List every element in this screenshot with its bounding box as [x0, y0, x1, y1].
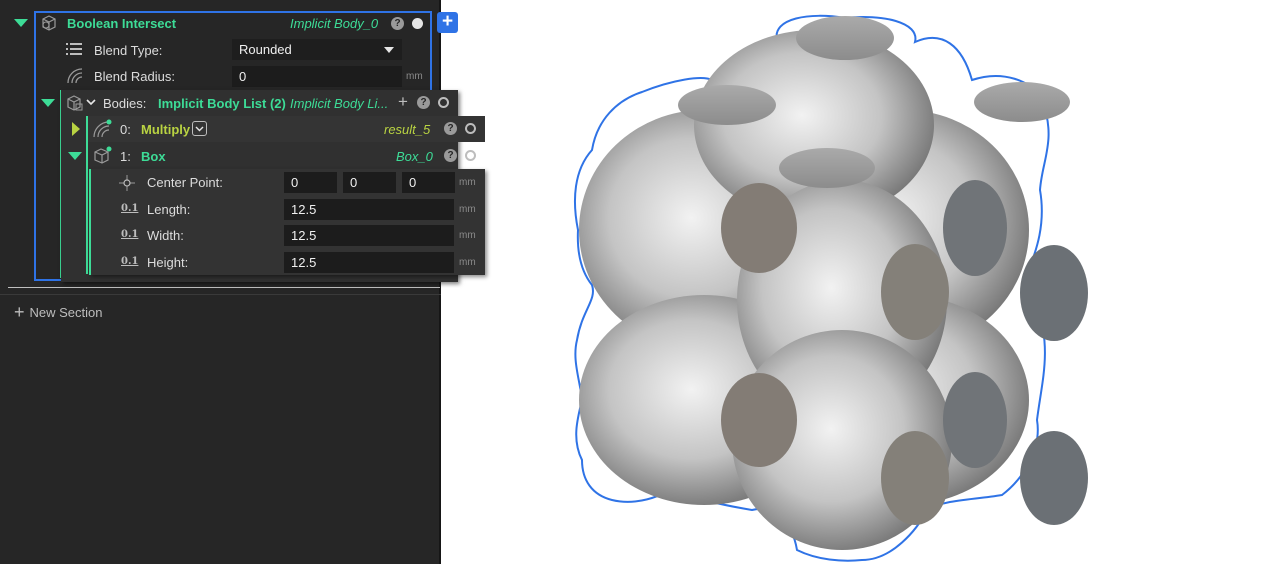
number-value-icon: 0.1: [121, 256, 139, 267]
item-output-name[interactable]: result_5: [384, 122, 430, 137]
item-index: 1:: [120, 149, 131, 164]
body-item-row[interactable]: 0: Multiply result_5 ?: [72, 116, 485, 142]
center-point-label: Center Point:: [147, 175, 223, 190]
collapse-item-toggle[interactable]: [68, 152, 82, 160]
blend-radius-unit: mm: [406, 71, 423, 82]
blend-type-label: Blend Type:: [94, 43, 163, 58]
bodies-list-name: Implicit Body List (2): [158, 96, 286, 111]
plus-icon: +: [14, 302, 25, 322]
blend-type-select[interactable]: Rounded: [232, 39, 402, 60]
height-label: Height:: [147, 255, 189, 270]
tree-guide-line: [89, 169, 91, 275]
chevron-down-icon: [384, 47, 394, 53]
output-port-icon[interactable]: [412, 18, 423, 29]
expand-item-toggle[interactable]: [72, 122, 80, 136]
length-input[interactable]: 12.5: [284, 199, 454, 220]
box-icon: [94, 146, 112, 164]
number-value-icon: 0.1: [121, 229, 139, 240]
item-index: 0:: [120, 122, 131, 137]
multiply-node-icon: [93, 119, 112, 138]
collapse-node-toggle[interactable]: [14, 19, 28, 27]
add-body-icon[interactable]: +: [398, 92, 408, 112]
node-title: Boolean Intersect: [67, 16, 177, 31]
point-icon: [119, 175, 135, 191]
item-name: Box: [141, 149, 166, 164]
box-parameters: Center Point: 0 0 0 mm 0.1 Length: 12.5 …: [89, 169, 485, 275]
width-input[interactable]: 12.5: [284, 225, 454, 246]
radius-icon: [67, 68, 83, 84]
height-input[interactable]: 12.5: [284, 252, 454, 273]
blend-type-value: Rounded: [239, 42, 292, 57]
center-x-input[interactable]: 0: [284, 172, 337, 193]
section-divider: [8, 287, 440, 288]
item-name: Multiply: [141, 122, 191, 137]
blend-radius-input[interactable]: 0: [232, 66, 402, 87]
node-output-name[interactable]: Implicit Body_0: [290, 16, 378, 31]
center-y-input[interactable]: 0: [343, 172, 396, 193]
body-list-icon: [67, 95, 83, 111]
chevron-down-icon[interactable]: [86, 99, 96, 107]
lattice-model[interactable]: [573, 14, 1088, 562]
length-label: Length:: [147, 202, 191, 217]
chevron-down-icon[interactable]: [192, 121, 207, 136]
help-icon[interactable]: ?: [391, 17, 404, 30]
number-value-icon: 0.1: [121, 203, 139, 214]
bodies-label: Bodies:: [103, 96, 147, 111]
properties-panel: Boolean Intersect Implicit Body_0 ? Blen…: [0, 0, 441, 564]
bodies-output-name[interactable]: Implicit Body Li...: [290, 96, 388, 111]
viewport-3d[interactable]: [442, 0, 1273, 564]
section-divider-shadow: [0, 294, 441, 295]
boolean-intersect-icon: [42, 15, 56, 31]
blend-radius-label: Blend Radius:: [94, 69, 175, 84]
new-section-button[interactable]: + New Section: [14, 303, 103, 321]
list-icon: [66, 43, 82, 55]
collapse-bodies-toggle[interactable]: [41, 99, 55, 107]
new-section-label: New Section: [29, 304, 103, 320]
help-icon[interactable]: ?: [417, 96, 430, 109]
item-output-name[interactable]: Box_0: [396, 149, 433, 164]
width-label: Width:: [147, 228, 184, 243]
body-item-row[interactable]: 1: Box Box_0 ?: [68, 143, 485, 169]
